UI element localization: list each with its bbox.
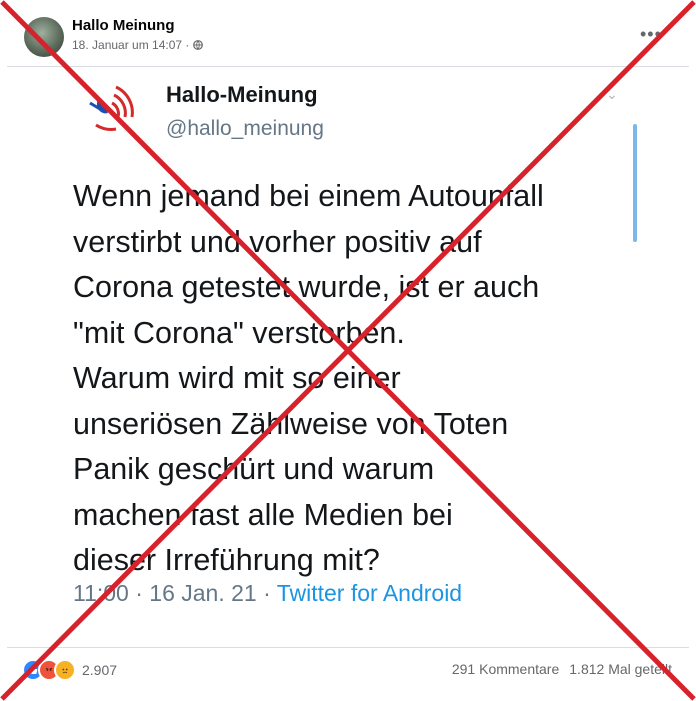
more-options-icon[interactable]: ••• — [640, 24, 662, 45]
sad-icon — [54, 659, 76, 681]
post-header: Hallo Meinung 18. Januar um 14:07 · ••• — [0, 0, 696, 66]
tweet-time: 11:00 · 16 Jan. 21 · — [73, 580, 277, 606]
tweet-footer: 11:00 · 16 Jan. 21 · Twitter for Android — [73, 580, 462, 607]
shares-count[interactable]: 1.812 Mal geteilt — [569, 661, 672, 677]
reactions-summary[interactable]: 2.907 — [22, 659, 117, 681]
comments-count[interactable]: 291 Kommentare — [452, 661, 559, 677]
globe-icon — [193, 40, 204, 50]
tweet-author-name: Hallo-Meinung — [166, 82, 318, 107]
hallo-meinung-logo-icon — [89, 85, 134, 131]
tweet-source: Twitter for Android — [276, 580, 463, 606]
tweet-author-handle: @hallo_meinung — [166, 117, 324, 140]
post-stats: 291 Kommentare 1.812 Mal geteilt — [452, 661, 672, 677]
chevron-down-icon: ⌄ — [606, 86, 618, 102]
post-meta: 18. Januar um 14:07 · — [72, 38, 204, 52]
post-author[interactable]: Hallo Meinung — [72, 17, 175, 34]
tweet-text: Wenn jemand bei einem Autounfall verstir… — [73, 179, 544, 577]
avatar[interactable] — [24, 17, 64, 57]
reaction-count: 2.907 — [82, 662, 118, 678]
post-timestamp[interactable]: 18. Januar um 14:07 · — [72, 38, 189, 52]
scrollbar — [633, 124, 637, 242]
